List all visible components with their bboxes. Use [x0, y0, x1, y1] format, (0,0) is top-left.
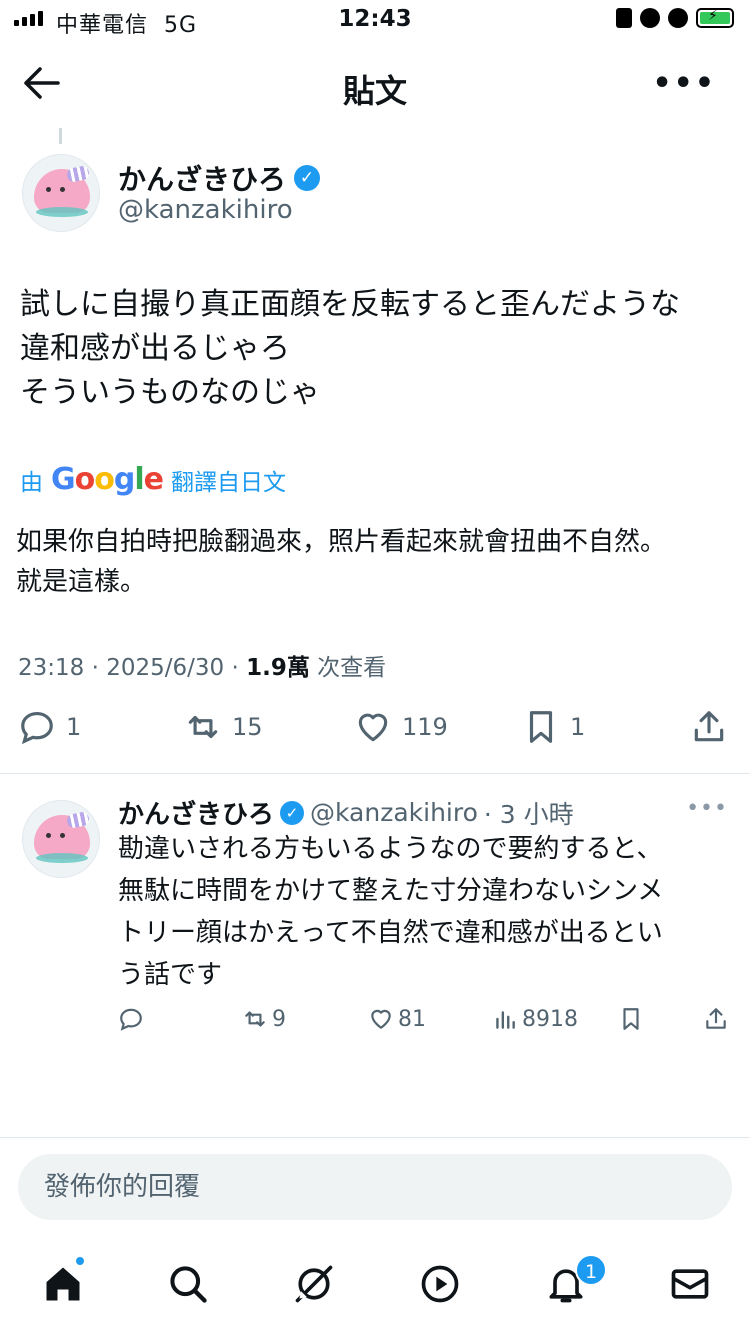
status-bar: 中華電信 5G 12:43: [0, 0, 750, 42]
retweet-icon: [245, 1011, 265, 1027]
reply-reply-button[interactable]: [118, 1006, 144, 1032]
tweet-actions: 1 15 119 1: [0, 708, 750, 758]
views-count: 1.9萬: [246, 655, 310, 681]
tab-home[interactable]: [41, 1262, 85, 1306]
home-unread-dot: [74, 1255, 86, 1267]
like-button[interactable]: 119: [354, 708, 448, 746]
divider: [0, 773, 750, 774]
author-handle[interactable]: @kanzakihiro: [118, 195, 293, 225]
reply-input[interactable]: 發佈你的回覆: [18, 1154, 732, 1220]
thread-line: [59, 128, 62, 144]
author-name[interactable]: かんざきひろ ✓: [118, 158, 321, 198]
translate-prefix: 由: [20, 469, 43, 496]
reply-author-handle[interactable]: @kanzakihiro: [310, 798, 478, 827]
tab-search[interactable]: [166, 1262, 210, 1306]
reply-views-count: 8918: [522, 1006, 578, 1032]
divider: [0, 1137, 750, 1138]
tab-messages[interactable]: [668, 1262, 712, 1306]
bookmark-button[interactable]: 1: [522, 708, 585, 746]
like-count: 119: [402, 713, 448, 741]
home-icon: [46, 1267, 80, 1301]
heart-icon: [358, 713, 388, 742]
author-name-text: かんざきひろ: [118, 163, 287, 196]
lock-screen-icon: [616, 8, 632, 28]
reply-views-button[interactable]: 8918: [492, 1006, 578, 1032]
page-title: 貼文: [342, 72, 407, 110]
search-icon: [170, 1266, 207, 1303]
verified-badge-icon: ✓: [280, 800, 305, 825]
reply-icon: [21, 711, 53, 745]
reply-retweet-button[interactable]: 9: [242, 1006, 286, 1032]
tweet-text: 試しに自撮り真正面顔を反転すると歪んだような 違和感が出るじゃろ そういうものな…: [20, 287, 680, 410]
reply-time: · 3 小時: [483, 799, 574, 829]
verified-badge-icon: ✓: [294, 165, 321, 191]
google-logo: Google: [51, 462, 164, 497]
more-options-icon[interactable]: •••: [652, 66, 716, 101]
mail-icon: [671, 1269, 709, 1299]
reply-button[interactable]: 1: [18, 708, 81, 746]
share-button[interactable]: [690, 708, 728, 746]
bookmark-count: 1: [570, 713, 586, 741]
translation-attribution[interactable]: 由 Google 翻譯自日文: [20, 462, 286, 497]
reply-bookmark-button[interactable]: [618, 1006, 644, 1032]
retweet-button[interactable]: 15: [184, 708, 263, 746]
bookmark-icon: [623, 1008, 639, 1030]
heart-icon: [371, 1009, 391, 1029]
avatar[interactable]: [22, 154, 100, 232]
tab-grok[interactable]: [292, 1262, 336, 1306]
play-icon: [421, 1265, 459, 1303]
reply-like-button[interactable]: 81: [368, 1006, 426, 1032]
bookmark-icon: [529, 711, 553, 743]
reply-retweet-count: 9: [272, 1006, 286, 1032]
grok-icon: [295, 1265, 333, 1303]
reply-icon: [120, 1008, 142, 1031]
analytics-icon: [496, 1011, 515, 1029]
reply-avatar[interactable]: [22, 800, 100, 878]
tweet-meta: 23:18 · 2025/6/30 · 1.9萬 次查看: [18, 648, 386, 682]
reply-count: 1: [66, 713, 82, 741]
nav-header: 貼文 •••: [0, 42, 750, 128]
retweet-count: 15: [232, 713, 263, 741]
retweet-icon: [188, 715, 218, 739]
notification-badge: 1: [575, 1254, 607, 1286]
share-icon: [706, 1008, 726, 1029]
battery-icon: [696, 8, 734, 28]
reply-share-button[interactable]: [703, 1006, 729, 1032]
tab-bar: [0, 1250, 750, 1320]
translate-source-label: 翻譯自日文: [171, 469, 287, 496]
alarm-icon: [668, 8, 688, 28]
status-icons: [616, 8, 734, 28]
translated-text: 如果你自拍時把臉翻過來，照片看起來就會扭曲不自然。 就是這樣。: [16, 527, 667, 597]
reply-actions: 9 81 8918: [0, 1006, 750, 1040]
rotation-lock-icon: [640, 8, 660, 28]
reply-text: 勘違いされる方もいるようなので要約すると、 無駄に時間をかけて整えた寸分違わない…: [118, 834, 664, 990]
reply-like-count: 81: [398, 1006, 426, 1032]
tab-video[interactable]: [418, 1262, 462, 1306]
reply-more-icon[interactable]: •••: [686, 796, 728, 821]
reply-author-name[interactable]: かんざきひろ: [118, 794, 274, 831]
reply-header: かんざきひろ ✓ @kanzakihiro · 3 小時: [118, 794, 574, 831]
share-icon: [694, 711, 724, 742]
tweet-timestamp: 23:18 · 2025/6/30 ·: [18, 655, 247, 681]
views-label: 次查看: [309, 655, 387, 681]
